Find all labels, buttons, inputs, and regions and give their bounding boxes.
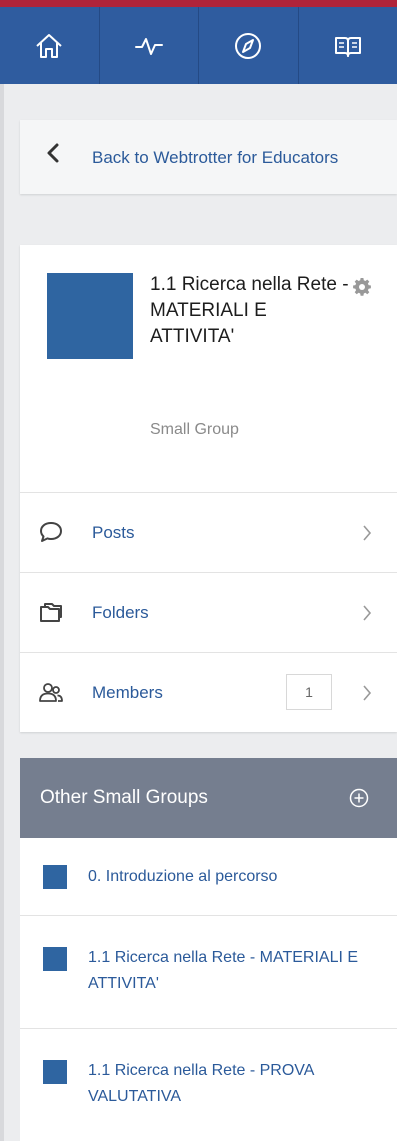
nav-library-button[interactable] [299, 7, 397, 84]
book-icon [334, 36, 361, 57]
group-type-label: Small Group [150, 421, 239, 438]
chevron-left-icon[interactable] [45, 142, 61, 164]
home-icon [36, 33, 62, 58]
folder-icon [40, 603, 62, 622]
group-card: 1.1 Ricerca nella Rete - MATERIALI E ATT… [20, 245, 397, 732]
list-item-label: 1.1 Ricerca nella Rete - PROVA VALUTATIV… [88, 1062, 314, 1105]
back-link[interactable]: Back to Webtrotter for Educators [92, 145, 352, 171]
chevron-right-icon [363, 605, 372, 621]
gear-icon[interactable] [352, 277, 372, 297]
menu-item-label: Members [92, 683, 163, 702]
group-color-swatch [43, 1060, 67, 1084]
top-navigation [0, 7, 397, 84]
top-accent-stripe [0, 0, 397, 7]
menu-item-label: Posts [92, 523, 135, 542]
chevron-right-icon [363, 685, 372, 701]
back-card: Back to Webtrotter for Educators [20, 120, 397, 194]
list-item-label: 1.1 Ricerca nella Rete - MATERIALI E ATT… [88, 949, 359, 992]
list-item[interactable]: 0. Introduzione al percorso [20, 838, 397, 916]
menu-item-members[interactable]: Members 1 [20, 652, 397, 733]
nav-home-button[interactable] [0, 7, 100, 84]
nav-explore-button[interactable] [199, 7, 299, 84]
nav-activity-button[interactable] [100, 7, 199, 84]
left-border-strip [0, 84, 4, 1141]
list-item[interactable]: 1.1 Ricerca nella Rete - MATERIALI E ATT… [20, 915, 397, 1029]
group-color-swatch [43, 947, 67, 971]
group-title: 1.1 Ricerca nella Rete - MATERIALI E ATT… [150, 274, 349, 347]
compass-icon [235, 32, 262, 59]
members-count-badge: 1 [286, 674, 332, 710]
list-item[interactable]: 1.1 Ricerca nella Rete - PROVA VALUTATIV… [20, 1028, 397, 1141]
other-groups-list: 0. Introduzione al percorso 1.1 Ricerca … [20, 838, 397, 1141]
other-groups-title: Other Small Groups [40, 787, 208, 808]
add-circle-icon[interactable] [349, 788, 369, 808]
members-icon [39, 683, 63, 702]
other-groups-header: Other Small Groups [20, 758, 397, 838]
speech-bubble-icon [40, 522, 62, 542]
group-color-swatch [43, 865, 67, 889]
group-thumbnail[interactable] [47, 273, 133, 359]
chevron-right-icon [363, 525, 372, 541]
menu-item-posts[interactable]: Posts [20, 492, 397, 573]
activity-icon [134, 37, 163, 55]
list-item-label: 0. Introduzione al percorso [88, 868, 278, 885]
menu-item-folders[interactable]: Folders [20, 572, 397, 653]
menu-item-label: Folders [92, 603, 149, 622]
